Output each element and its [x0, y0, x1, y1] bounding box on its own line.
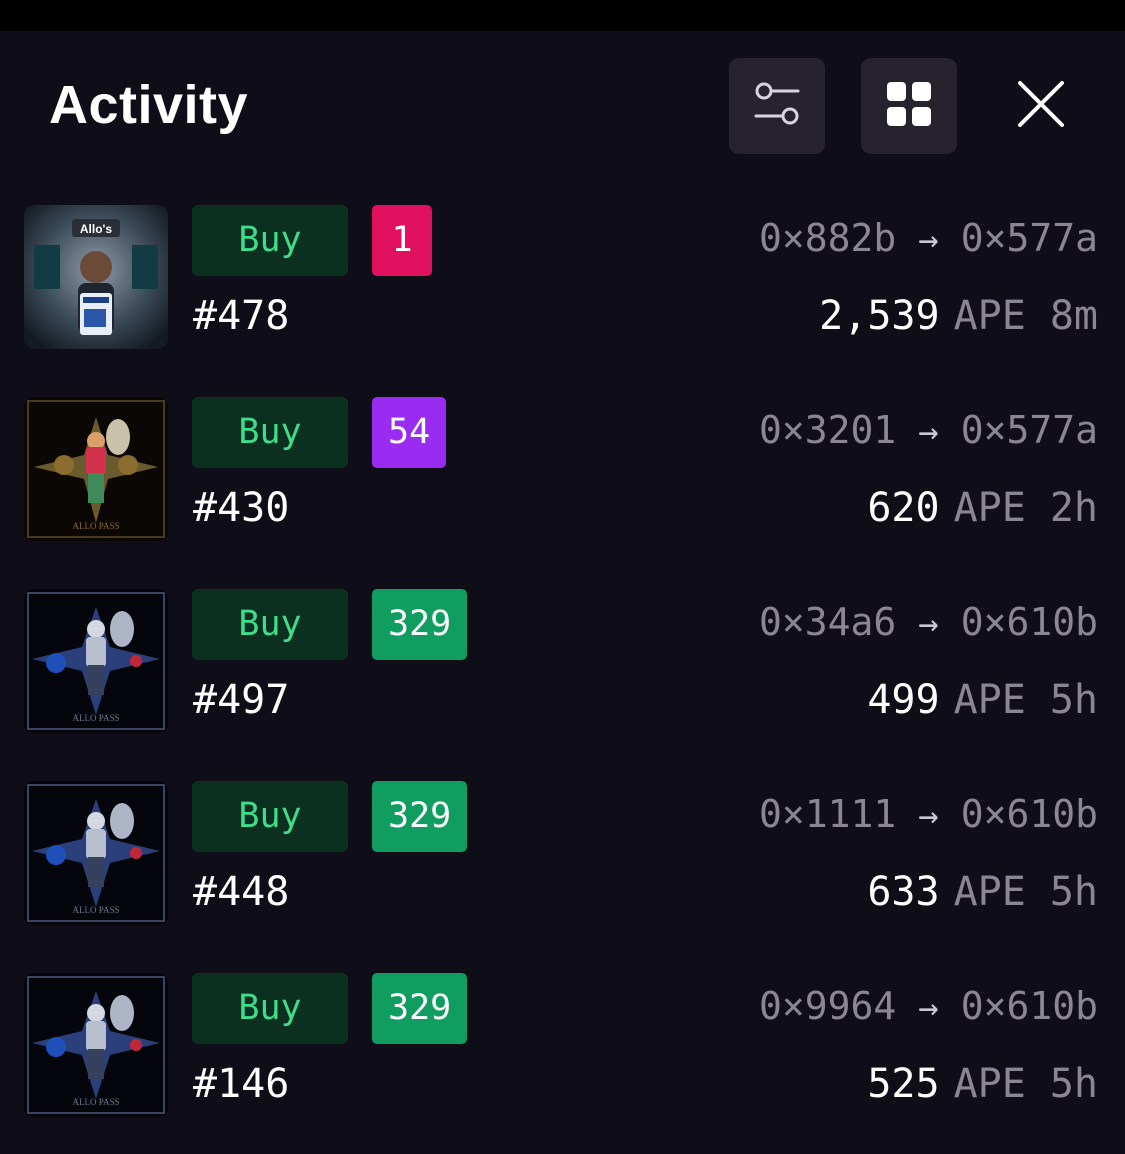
token-id[interactable]: #430 — [193, 483, 289, 533]
to-address[interactable]: 0×610b — [961, 984, 1098, 1028]
from-address[interactable]: 0×34a6 — [759, 600, 896, 644]
price-value: 2,539 — [819, 293, 940, 339]
address-transfer: 0×882b → 0×577a — [759, 213, 1098, 265]
arrow-right-icon: → — [918, 220, 939, 260]
price-line: 633 APE 5h — [867, 867, 1098, 917]
nft-thumbnail[interactable]: ALLO PASS — [24, 973, 168, 1117]
time-ago: 5h — [1049, 1061, 1098, 1107]
svg-text:ALLO PASS: ALLO PASS — [73, 713, 120, 723]
activity-row[interactable]: Allo's Buy 1 #478 0×882b → 0×577a 2,539 APE… — [0, 205, 1125, 349]
quantity-badge: 329 — [372, 973, 468, 1044]
activity-row[interactable]: ALLO PASS Buy 329 #448 0×1111 → 0×610b 633… — [0, 781, 1125, 925]
price-unit: APE — [953, 869, 1026, 915]
svg-text:ALLO PASS: ALLO PASS — [73, 905, 120, 915]
svg-text:Allo's: Allo's — [80, 222, 113, 236]
nft-thumbnail[interactable]: ALLO PASS — [24, 589, 168, 733]
token-id[interactable]: #497 — [193, 675, 289, 725]
token-id[interactable]: #478 — [193, 291, 289, 341]
close-button[interactable] — [1005, 70, 1077, 142]
transaction-type-badge: Buy — [192, 973, 348, 1044]
quantity-badge: 1 — [372, 205, 432, 276]
address-transfer: 0×1111 → 0×610b — [759, 789, 1098, 841]
activity-row[interactable]: ALLO PASS Buy 329 #146 0×9964 → 0×610b 525… — [0, 973, 1125, 1117]
transaction-type-badge: Buy — [192, 589, 348, 660]
transaction-type-badge: Buy — [192, 781, 348, 852]
sliders-icon — [754, 81, 800, 131]
nft-thumbnail[interactable]: ALLO PASS — [24, 781, 168, 925]
arrow-right-icon: → — [918, 988, 939, 1028]
close-icon — [1017, 80, 1065, 132]
nft-thumbnail[interactable]: Allo's — [24, 205, 168, 349]
price-value: 499 — [867, 677, 940, 723]
quantity-badge: 329 — [372, 589, 468, 660]
grid-view-button[interactable] — [861, 58, 957, 154]
to-address[interactable]: 0×577a — [961, 216, 1098, 260]
to-address[interactable]: 0×610b — [961, 600, 1098, 644]
price-value: 620 — [867, 485, 940, 531]
time-ago: 5h — [1049, 869, 1098, 915]
from-address[interactable]: 0×882b — [759, 216, 896, 260]
from-address[interactable]: 0×1111 — [759, 792, 896, 836]
price-line: 620 APE 2h — [867, 483, 1098, 533]
price-unit: APE — [953, 485, 1026, 531]
arrow-right-icon: → — [918, 604, 939, 644]
to-address[interactable]: 0×577a — [961, 408, 1098, 452]
to-address[interactable]: 0×610b — [961, 792, 1098, 836]
address-transfer: 0×3201 → 0×577a — [759, 405, 1098, 457]
price-line: 525 APE 5h — [867, 1059, 1098, 1109]
arrow-right-icon: → — [918, 796, 939, 836]
address-transfer: 0×9964 → 0×610b — [759, 981, 1098, 1033]
arrow-right-icon: → — [918, 412, 939, 452]
svg-text:ALLO PASS: ALLO PASS — [73, 1097, 120, 1107]
transaction-type-badge: Buy — [192, 397, 348, 468]
address-transfer: 0×34a6 → 0×610b — [759, 597, 1098, 649]
quantity-badge: 329 — [372, 781, 468, 852]
svg-text:ALLO PASS: ALLO PASS — [73, 521, 120, 531]
activity-row[interactable]: ALLO PASS Buy 329 #497 0×34a6 → 0×610b 499… — [0, 589, 1125, 733]
price-unit: APE — [953, 677, 1026, 723]
time-ago: 8m — [1049, 293, 1098, 339]
token-id[interactable]: #448 — [193, 867, 289, 917]
price-value: 525 — [867, 1061, 940, 1107]
time-ago: 2h — [1049, 485, 1098, 531]
page-title: Activity — [49, 75, 249, 135]
time-ago: 5h — [1049, 677, 1098, 723]
filter-button[interactable] — [729, 58, 825, 154]
price-unit: APE — [953, 293, 1026, 339]
price-value: 633 — [867, 869, 940, 915]
transaction-type-badge: Buy — [192, 205, 348, 276]
price-unit: APE — [953, 1061, 1026, 1107]
from-address[interactable]: 0×9964 — [759, 984, 896, 1028]
grid-icon — [887, 82, 931, 130]
token-id[interactable]: #146 — [193, 1059, 289, 1109]
status-bar — [0, 0, 1125, 31]
price-line: 499 APE 5h — [867, 675, 1098, 725]
price-line: 2,539 APE 8m — [819, 291, 1098, 341]
nft-thumbnail[interactable]: ALLO PASS — [24, 397, 168, 541]
activity-row[interactable]: ALLO PASS Buy 54 #430 0×3201 → 0×577a 620 A… — [0, 397, 1125, 541]
from-address[interactable]: 0×3201 — [759, 408, 896, 452]
quantity-badge: 54 — [372, 397, 447, 468]
